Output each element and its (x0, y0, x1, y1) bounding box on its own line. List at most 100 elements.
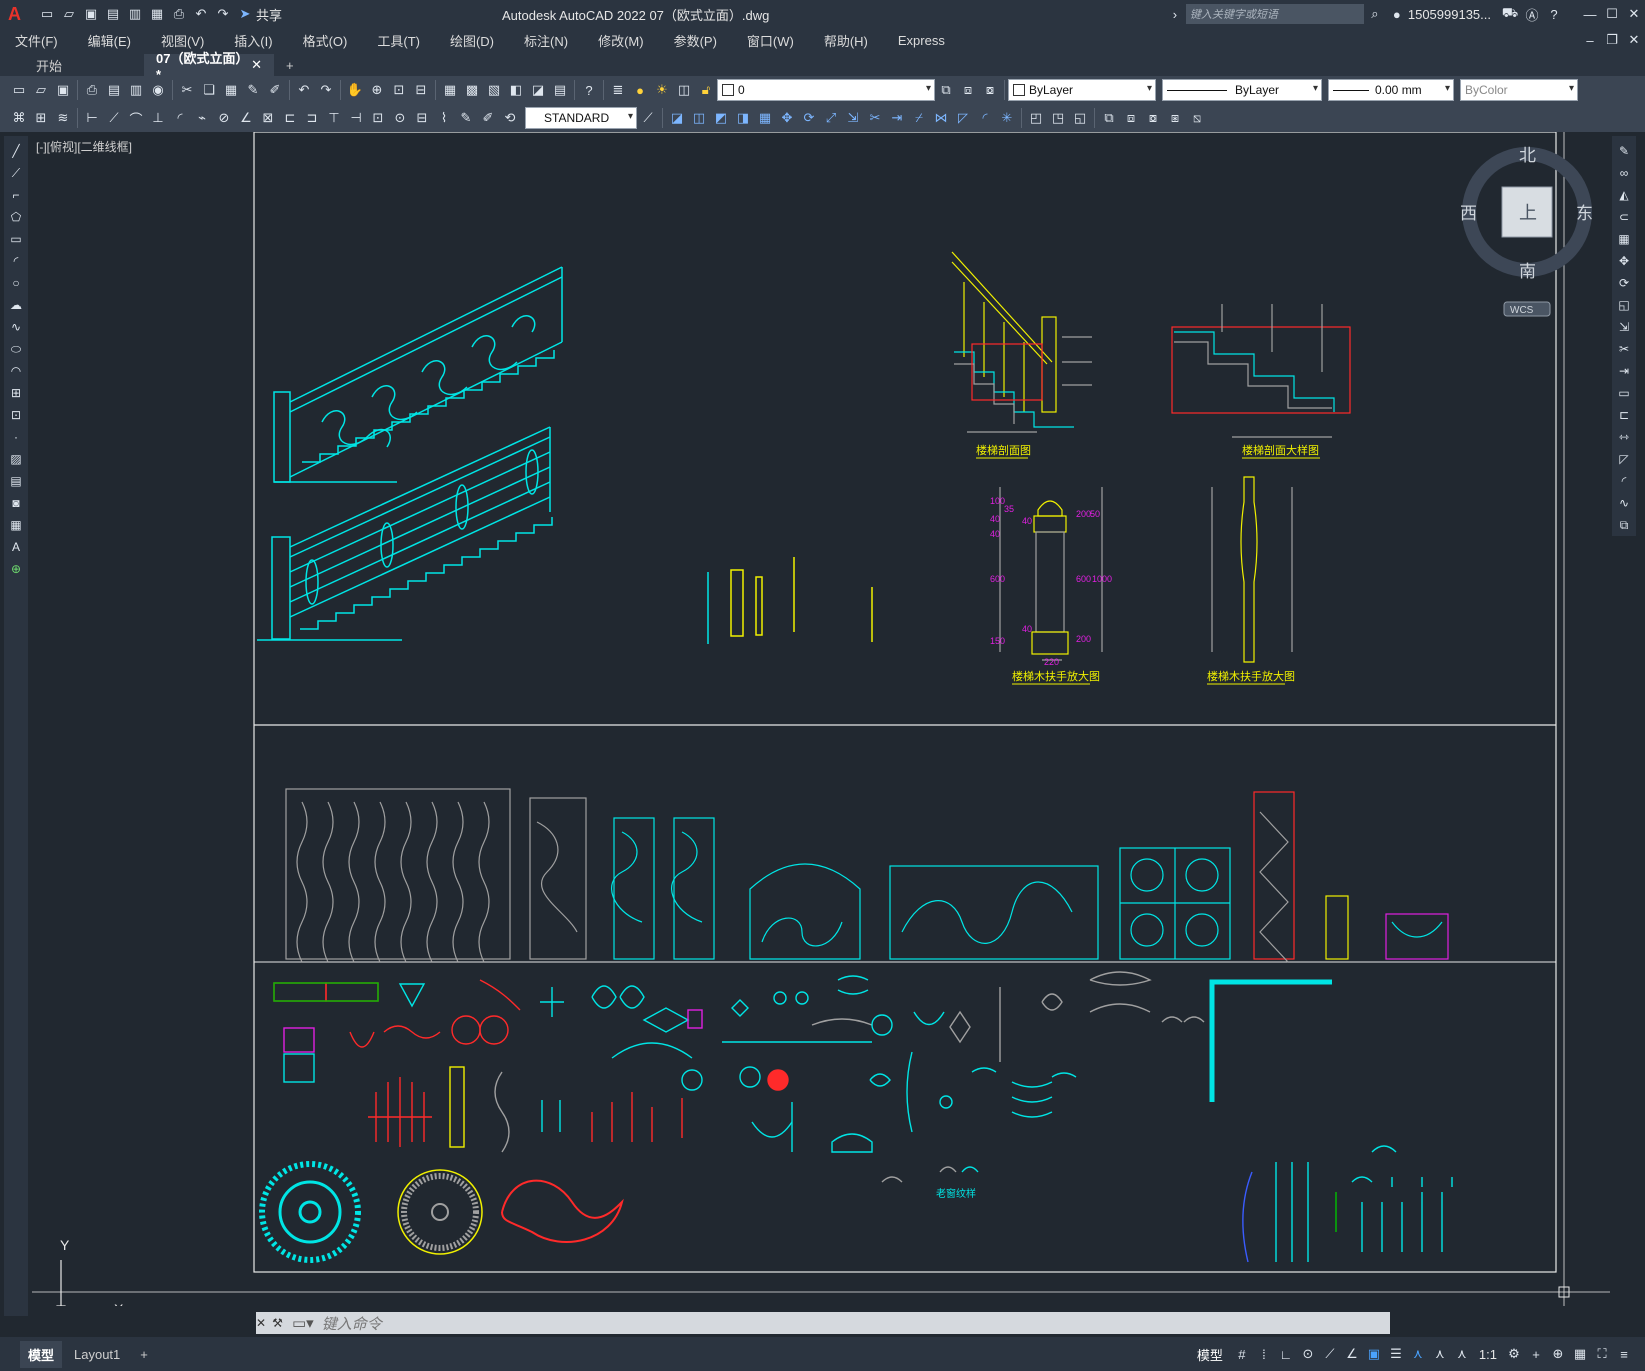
join-icon[interactable]: ⋈ (930, 107, 952, 129)
fillet-icon[interactable]: ◜ (1614, 472, 1634, 490)
group-bbox-icon[interactable]: ⧅ (1186, 107, 1208, 129)
markup-icon[interactable]: ◪ (527, 79, 549, 101)
menu-window[interactable]: 窗口(W) (732, 31, 809, 50)
transparency-icon[interactable]: ⋏ (1407, 1343, 1429, 1365)
break-icon[interactable]: ⌿ (908, 107, 930, 129)
viewport-controls-label[interactable]: [-][俯视][二维线框] (36, 138, 132, 155)
units-icon[interactable]: ⊕ (1547, 1343, 1569, 1365)
dim-update-icon[interactable]: ⟲ (499, 107, 521, 129)
wrench-icon[interactable]: ⚒ (272, 1316, 283, 1330)
model-space-button[interactable]: 模型 (1197, 1345, 1223, 1364)
table-icon[interactable]: ▦ (6, 516, 26, 534)
copy-icon[interactable]: ❏ (198, 79, 220, 101)
print-icon[interactable]: ⎙ (168, 3, 190, 25)
pan-icon[interactable]: ✋ (344, 79, 366, 101)
minimize-icon[interactable]: — (1579, 3, 1601, 25)
properties-icon[interactable]: ▦ (439, 79, 461, 101)
offset-icon[interactable]: ◨ (732, 107, 754, 129)
menu-help[interactable]: 帮助(H) (809, 31, 883, 50)
color-dropdown[interactable]: ByLayer ▾ (1008, 79, 1156, 101)
close-icon[interactable]: ✕ (1623, 3, 1645, 25)
scale-icon[interactable]: ⤢ (820, 107, 842, 129)
explode-icon[interactable]: ✳ (996, 107, 1018, 129)
break-at-point-icon[interactable]: ▭ (1614, 384, 1634, 402)
dim-baseline-icon[interactable]: ⊏ (279, 107, 301, 129)
dim-style-icon[interactable]: ⟋ (637, 107, 659, 129)
layer-dropdown[interactable]: 0 ▾ (717, 79, 935, 101)
scale-icon[interactable]: ◱ (1614, 296, 1634, 314)
copy-object-icon[interactable]: ◫ (688, 107, 710, 129)
menu-tools[interactable]: 工具(T) (362, 31, 435, 50)
menu-dimension[interactable]: 标注(N) (509, 31, 583, 50)
dim-jogged-icon[interactable]: ⌁ (191, 107, 213, 129)
tab-start[interactable]: 开始 (24, 54, 144, 76)
menu-draw[interactable]: 绘图(D) (435, 31, 509, 50)
doc-restore-icon[interactable]: ❐ (1601, 29, 1623, 51)
scale-label[interactable]: 1:1 (1479, 1347, 1497, 1362)
layer-viewport-icon[interactable]: ◫ (673, 79, 695, 101)
search-icon[interactable]: ⌕ (1364, 3, 1386, 25)
fillet-icon[interactable]: ◜ (974, 107, 996, 129)
block-editor-icon[interactable]: ✐ (264, 79, 286, 101)
offset-icon[interactable]: ⊂ (1614, 208, 1634, 226)
plotstyle-dropdown[interactable]: ByColor ▾ (1460, 79, 1578, 101)
annotation-visibility-icon[interactable]: ⋏ (1429, 1343, 1451, 1365)
layer-states-icon[interactable]: ⧇ (979, 79, 1001, 101)
construction-line-icon[interactable]: ⟋ (6, 164, 26, 182)
rotate-icon[interactable]: ⟳ (798, 107, 820, 129)
tab-model[interactable]: 模型 (20, 1340, 63, 1368)
trim-icon[interactable]: ✂ (1614, 340, 1634, 358)
menu-modify[interactable]: 修改(M) (583, 31, 659, 50)
rectangle-icon[interactable]: ▭ (6, 230, 26, 248)
draworder-front-icon[interactable]: ◰ (1025, 107, 1047, 129)
paste-icon[interactable]: ▦ (220, 79, 242, 101)
group-edit-icon[interactable]: ⧇ (1142, 107, 1164, 129)
insert-block-icon[interactable]: ⊞ (6, 384, 26, 402)
break-icon[interactable]: ⊏ (1614, 406, 1634, 424)
help-icon[interactable]: ? (1543, 3, 1565, 25)
doc-minimize-icon[interactable]: – (1579, 29, 1601, 51)
gradient-icon[interactable]: ▤ (6, 472, 26, 490)
publish-icon[interactable]: ▥ (124, 3, 146, 25)
match-properties-icon[interactable]: ✎ (242, 79, 264, 101)
sheet-set-icon[interactable]: ◧ (505, 79, 527, 101)
search-input[interactable]: 键入关键字或短语 (1185, 4, 1364, 24)
layer-on-icon[interactable]: ● (629, 79, 651, 101)
quick-dim-icon[interactable]: ⊠ (257, 107, 279, 129)
command-input[interactable]: ▭▾ 键入命令 (256, 1312, 1390, 1334)
stretch-icon[interactable]: ⇲ (1614, 318, 1634, 336)
customization-menu-icon[interactable]: ≡ (1613, 1343, 1635, 1365)
dim-continue-icon[interactable]: ⊐ (301, 107, 323, 129)
move-icon[interactable]: ✥ (1614, 252, 1634, 270)
share-icon[interactable]: ➤ (234, 3, 256, 25)
tab-close-icon[interactable]: ✕ (251, 57, 262, 73)
polyline-icon[interactable]: ⌐ (6, 186, 26, 204)
chevron-right-icon[interactable]: › (1164, 3, 1186, 25)
hatch-icon[interactable]: ▨ (6, 450, 26, 468)
extend-icon[interactable]: ⇥ (1614, 362, 1634, 380)
layer-lock-icon[interactable]: 🔓︎ (695, 79, 717, 101)
dim-ordinate-icon[interactable]: ⊥ (147, 107, 169, 129)
jogged-linear-icon[interactable]: ⌇ (433, 107, 455, 129)
dim-space-icon[interactable]: ⊤ (323, 107, 345, 129)
tab-layout1[interactable]: Layout1 (62, 1343, 132, 1366)
make-block-icon[interactable]: ⊡ (6, 406, 26, 424)
polar-icon[interactable]: ⊙ (1297, 1343, 1319, 1365)
drawing-canvas[interactable]: 楼梯剖面图 楼梯剖面大样图 楼梯木扶手放大图 楼梯木扶手放大图 100 40 4… (32, 132, 1610, 1306)
menu-insert[interactable]: 插入(I) (219, 31, 287, 50)
design-center-icon[interactable]: ▩ (461, 79, 483, 101)
maximize-icon[interactable]: ☐ (1601, 3, 1623, 25)
mirror-icon[interactable]: ◩ (710, 107, 732, 129)
zoom-window-icon[interactable]: ⊡ (388, 79, 410, 101)
tab-current-file[interactable]: 07（欧式立面）* ✕ (144, 51, 274, 82)
zoom-previous-icon[interactable]: ⊟ (410, 79, 432, 101)
ellipse-icon[interactable]: ⬭ (6, 340, 26, 358)
dim-radius-icon[interactable]: ◜ (169, 107, 191, 129)
share-label[interactable]: 共享 (256, 5, 282, 24)
plot-publish-icon[interactable]: ▥ (125, 79, 147, 101)
move-icon[interactable]: ✥ (776, 107, 798, 129)
lineweight-dropdown[interactable]: 0.00 mm ▾ (1328, 79, 1454, 101)
user-icon[interactable]: ● (1386, 3, 1408, 25)
app-logo-icon[interactable]: A (8, 4, 36, 25)
draworder-above-icon[interactable]: ◱ (1069, 107, 1091, 129)
